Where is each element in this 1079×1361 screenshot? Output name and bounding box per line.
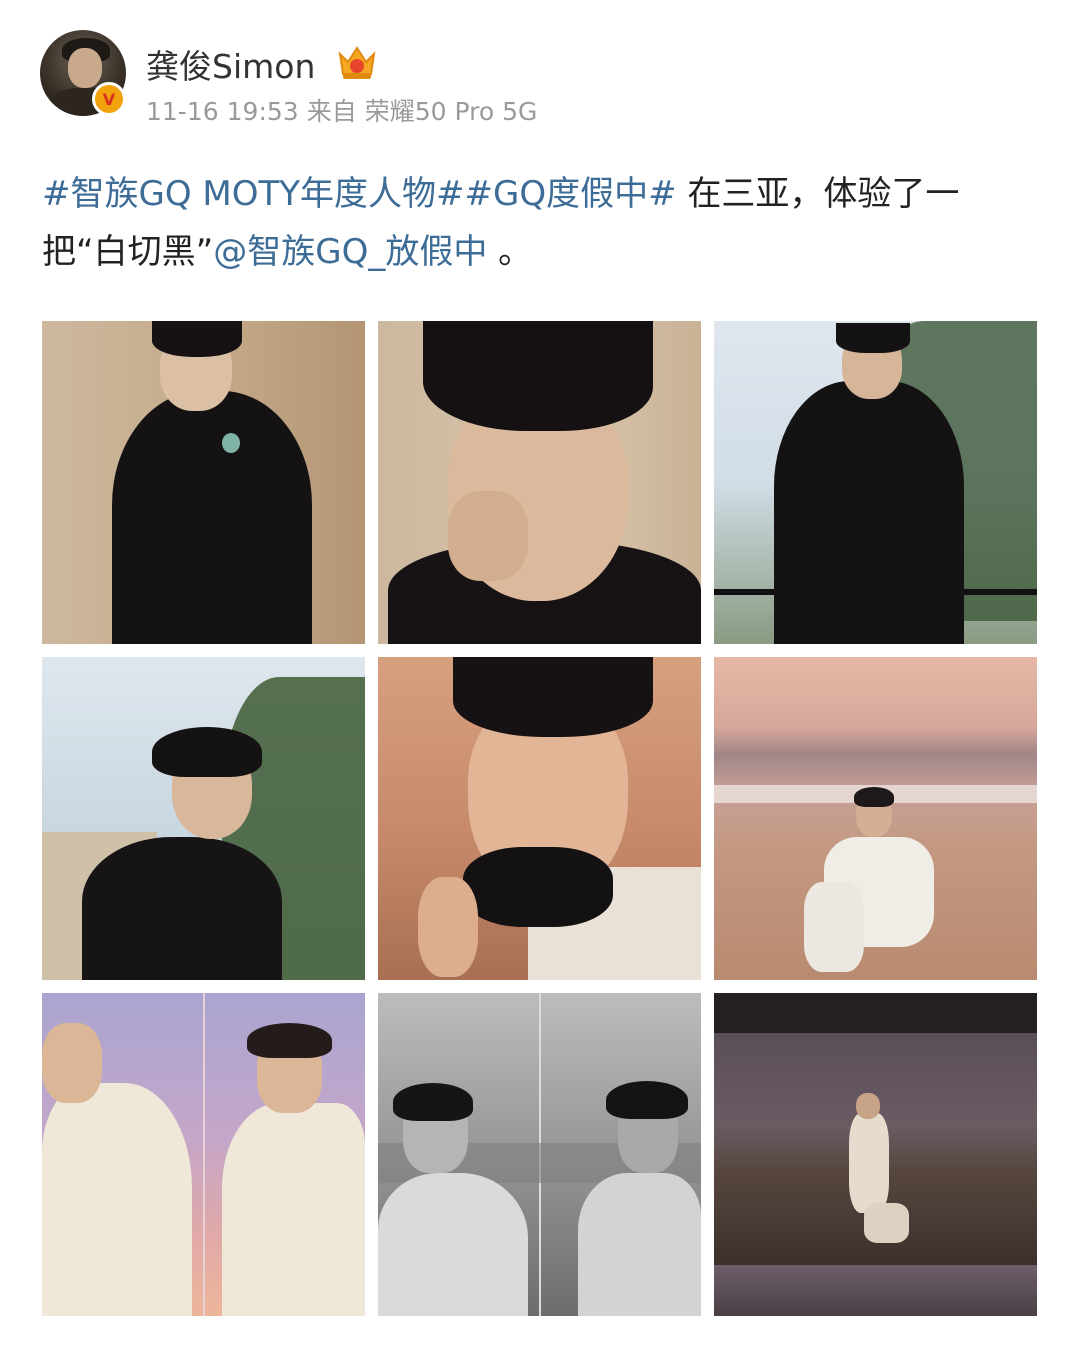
post-image-2[interactable]: [378, 321, 701, 644]
post-image-6[interactable]: [714, 657, 1037, 980]
topic-link[interactable]: #智族GQ MOTY年度人物#: [42, 174, 465, 214]
post-date: 11-16: [146, 97, 219, 126]
post-header: V 龚俊Simon 11-16 19:53 来自 荣耀50 Pro 5G: [40, 30, 1040, 130]
post-text: #智族GQ MOTY年度人物##GQ度假中# 在三亚，体验了一把“白切黑”@智族…: [42, 165, 1042, 281]
post-image-3[interactable]: [714, 321, 1037, 644]
mention-link[interactable]: @智族GQ_放假中: [213, 232, 487, 272]
topic-link[interactable]: #GQ度假中#: [465, 174, 677, 214]
post-image-1[interactable]: [42, 321, 365, 644]
crown-badge-icon[interactable]: [336, 42, 378, 82]
post-meta: 11-16 19:53 来自 荣耀50 Pro 5G: [146, 92, 545, 128]
post-body-text: 。: [487, 232, 533, 272]
source-prefix: 来自: [306, 97, 357, 126]
post-image-5[interactable]: [378, 657, 701, 980]
post-image-9[interactable]: [714, 993, 1037, 1316]
author-name[interactable]: 龚俊Simon: [146, 40, 315, 88]
post-time: 19:53: [226, 97, 299, 126]
post-image-4[interactable]: [42, 657, 365, 980]
verified-v-icon: V: [92, 82, 126, 116]
post-image-8[interactable]: [378, 993, 701, 1316]
post-image-7[interactable]: [42, 993, 365, 1316]
device-name: 荣耀50 Pro 5G: [364, 97, 538, 126]
image-grid: [42, 321, 1037, 1316]
